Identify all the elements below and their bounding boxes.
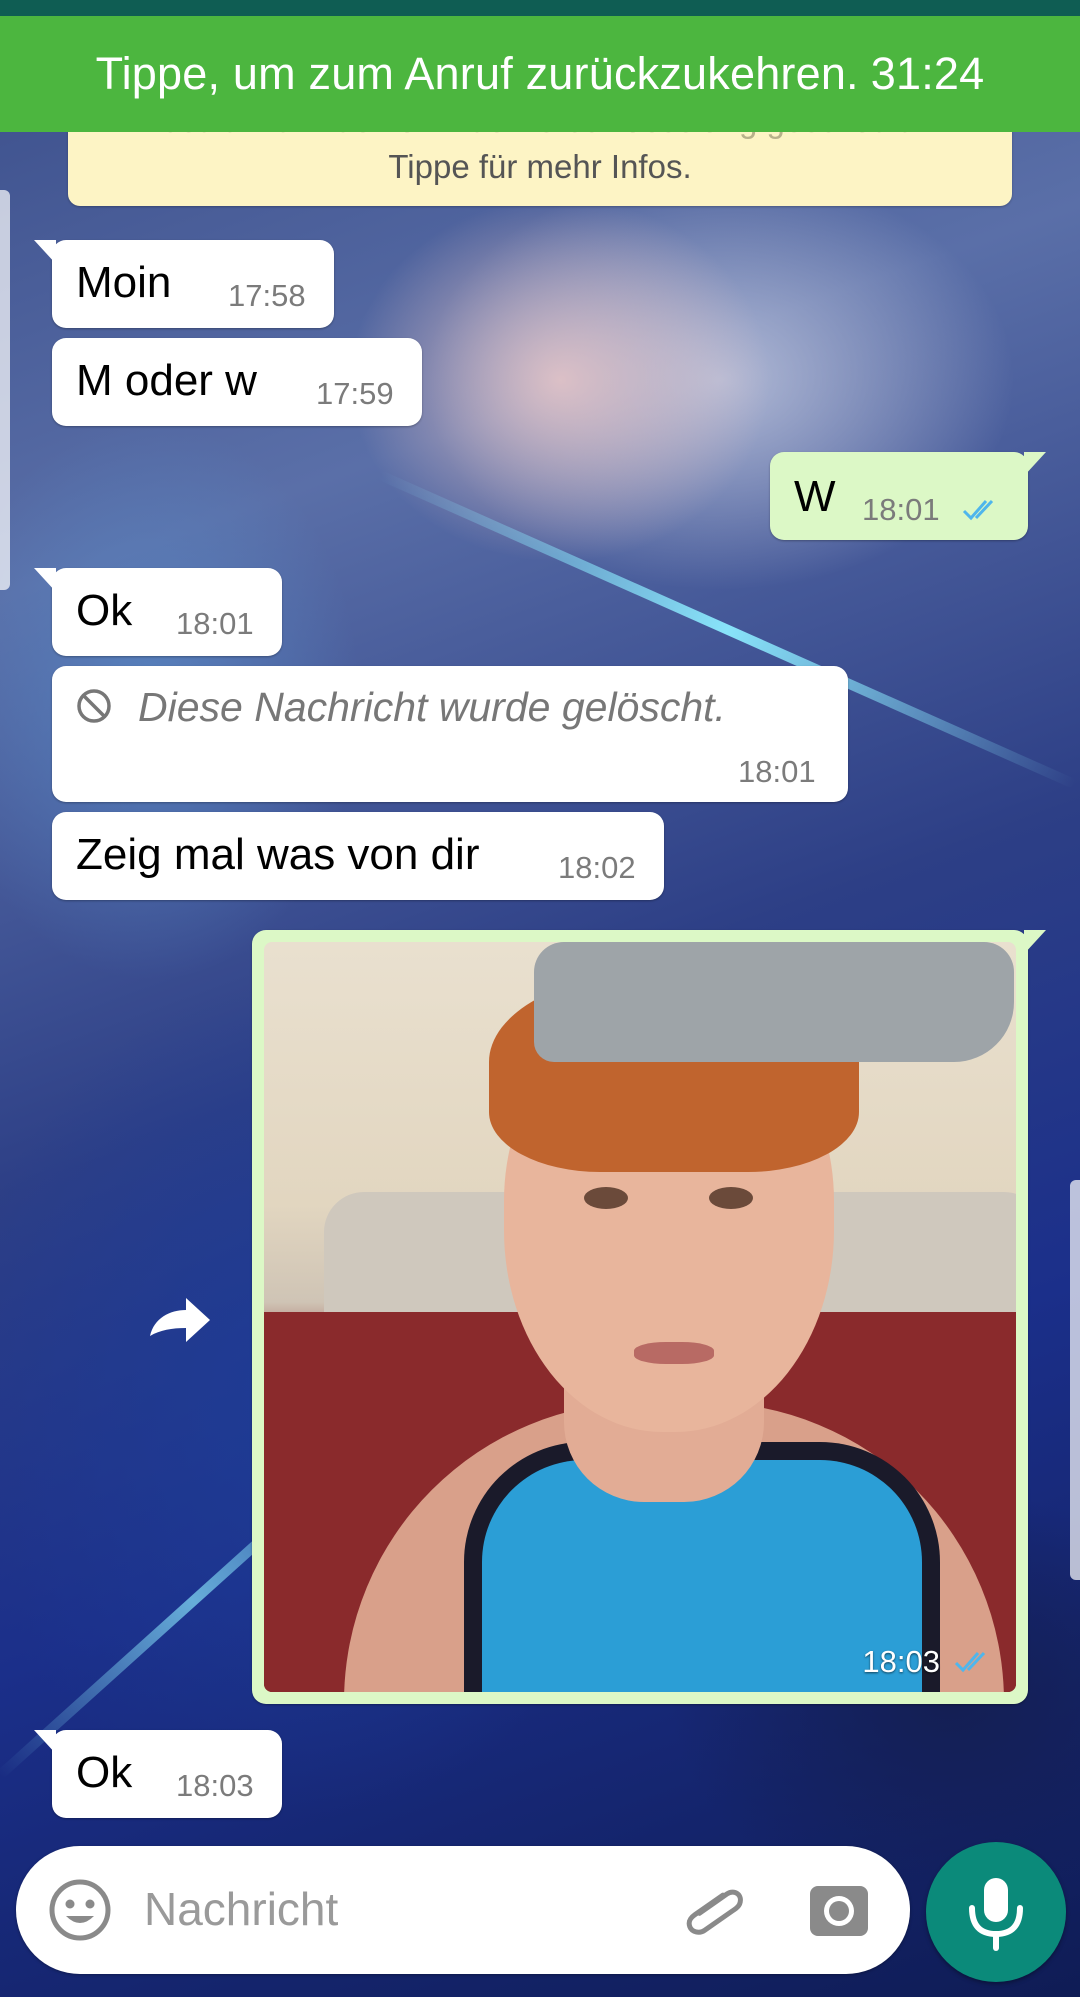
message-composer[interactable]: Nachricht [16, 1846, 910, 1974]
scroll-edge-right [1070, 1180, 1080, 1580]
shared-photo[interactable] [264, 942, 1016, 1692]
message-bubble-outgoing[interactable]: W 18:01 [770, 452, 1046, 540]
message-time: 18:02 [558, 850, 636, 885]
message-text: Ok [76, 1748, 133, 1797]
encryption-notice-line2: Tippe für mehr Infos. [388, 148, 692, 185]
message-bubble[interactable]: Ok 18:03 [34, 1730, 282, 1818]
message-time: 18:01 [176, 606, 254, 641]
message-time: 17:59 [316, 376, 394, 411]
emoji-icon[interactable] [48, 1878, 112, 1942]
message-text: W [794, 472, 836, 521]
message-text: Diese Nachricht wurde gelöscht. [138, 684, 726, 730]
message-time: 18:03 [862, 1644, 940, 1679]
image-message-bubble[interactable]: 18:03 [252, 930, 1046, 1704]
read-ticks-icon [954, 1651, 986, 1673]
message-bubble[interactable]: Ok 18:01 [34, 568, 282, 656]
message-bubble[interactable]: Zeig mal was von dir 18:02 [52, 812, 664, 900]
return-to-call-banner[interactable]: Tippe, um zum Anruf zurückzukehren. 31:2… [0, 16, 1080, 132]
call-banner-text: Tippe, um zum Anruf zurückzukehren. [95, 48, 859, 99]
attachment-icon[interactable] [680, 1876, 750, 1946]
scroll-edge-left [0, 190, 10, 590]
call-timer: 31:24 [870, 48, 985, 99]
message-time: 18:03 [176, 1768, 254, 1803]
deleted-icon [77, 689, 111, 723]
read-ticks-icon [962, 499, 994, 521]
encryption-notice[interactable]: Jetzt mit Ende-zu-Ende-Verschlüsselung g… [68, 102, 1012, 206]
forward-icon[interactable] [140, 1284, 220, 1364]
message-text: M oder w [76, 356, 257, 405]
message-time: 18:01 [738, 754, 816, 789]
message-input[interactable]: Nachricht [144, 1882, 338, 1936]
message-time: 18:01 [862, 492, 940, 527]
camera-icon[interactable] [808, 1880, 870, 1942]
deleted-message-bubble[interactable]: Diese Nachricht wurde gelöscht. 18:01 [52, 666, 848, 802]
message-bubble[interactable]: M oder w 17:59 [52, 338, 422, 426]
microphone-icon [969, 1878, 1023, 1951]
message-text: Zeig mal was von dir [76, 830, 480, 879]
status-bar [0, 0, 1080, 16]
message-time: 17:58 [228, 278, 306, 313]
message-bubble[interactable]: Moin 17:58 [34, 240, 334, 328]
voice-message-button[interactable] [926, 1842, 1066, 1982]
message-text: Ok [76, 586, 133, 635]
message-text: Moin [76, 258, 172, 307]
